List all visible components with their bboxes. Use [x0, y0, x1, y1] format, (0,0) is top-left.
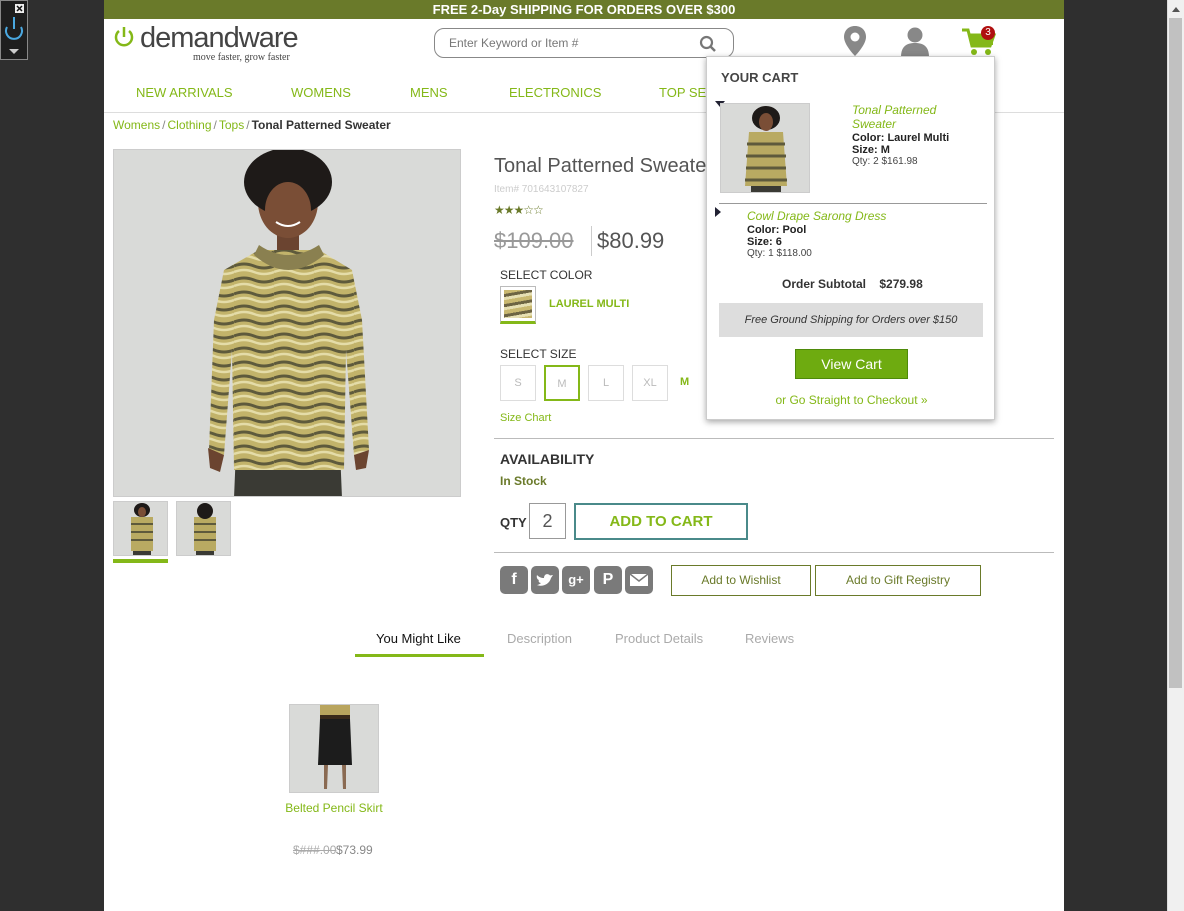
order-subtotal: Order Subtotal $279.98	[782, 277, 923, 291]
breadcrumb-tops[interactable]: Tops	[219, 118, 244, 132]
recommendation-image[interactable]	[289, 704, 379, 793]
search-box	[434, 28, 734, 58]
availability-status: In Stock	[500, 474, 547, 488]
product-main-image[interactable]	[113, 149, 461, 497]
mini-cart-item-size: Size: M	[852, 144, 890, 156]
product-title: Tonal Patterned Sweater	[494, 155, 714, 177]
mini-cart-item-image[interactable]	[720, 103, 810, 193]
thumbnail-photo	[131, 503, 153, 555]
product-item-number: Item# 701643107827	[494, 184, 589, 195]
add-to-wishlist-button[interactable]: Add to Wishlist	[671, 565, 811, 596]
google-plus-icon[interactable]: g+	[562, 566, 590, 594]
shipping-note: Free Ground Shipping for Orders over $15…	[719, 303, 983, 337]
add-to-gift-registry-button[interactable]: Add to Gift Registry	[815, 565, 981, 596]
tab-product-details[interactable]: Product Details	[615, 631, 703, 646]
mini-cart-title: YOUR CART	[721, 70, 799, 85]
logo-power-icon	[114, 27, 134, 47]
mini-cart-item-qty: Qty: 1 $118.00	[747, 248, 812, 259]
size-option-l[interactable]: L	[588, 365, 624, 401]
search-input[interactable]	[449, 35, 689, 51]
size-option-xl[interactable]: XL	[632, 365, 668, 401]
collapsed-arrow-icon[interactable]	[715, 207, 721, 217]
sale-price: $80.99	[597, 228, 665, 253]
order-subtotal-label: Order Subtotal	[782, 277, 867, 291]
mini-cart-divider	[719, 203, 987, 204]
size-option-m[interactable]: M	[544, 365, 580, 401]
breadcrumb-separator: /	[162, 118, 166, 132]
selected-size-label: M	[680, 376, 690, 388]
breadcrumb-separator: /	[213, 118, 217, 132]
divider	[494, 552, 1054, 553]
availability-label: AVAILABILITY	[500, 451, 595, 467]
recommendation-old-price: $###.00	[293, 843, 337, 857]
tab-you-might-like[interactable]: You Might Like	[376, 631, 461, 646]
model-photo	[208, 150, 369, 496]
mini-cart-item-qty: Qty: 2 $161.98	[852, 156, 918, 167]
active-tab-indicator	[355, 654, 484, 657]
account-icon[interactable]	[899, 25, 931, 57]
breadcrumb-clothing[interactable]: Clothing	[167, 118, 211, 132]
nav-electronics[interactable]: ELECTRONICS	[509, 85, 601, 100]
product-thumbnail-front[interactable]	[113, 501, 168, 556]
breadcrumb-separator: /	[246, 118, 250, 132]
price-divider	[591, 226, 592, 256]
mini-cart-item-name-cont[interactable]: Sweater	[852, 117, 896, 131]
product-page: FREE 2-Day SHIPPING FOR ORDERS OVER $300…	[104, 0, 1064, 911]
promo-banner: FREE 2-Day SHIPPING FOR ORDERS OVER $300	[104, 0, 1064, 19]
size-chart-link[interactable]: Size Chart	[500, 412, 551, 424]
checkout-link[interactable]: or Go Straight to Checkout »	[707, 393, 996, 407]
quantity-label: QTY	[500, 515, 527, 530]
scrollbar-thumb[interactable]	[1169, 18, 1182, 688]
rating-stars[interactable]: ★★★☆☆	[494, 203, 544, 217]
tab-reviews[interactable]: Reviews	[745, 631, 794, 646]
product-thumbnail-back[interactable]	[176, 501, 231, 556]
thumbnail-selected-indicator	[113, 559, 168, 563]
color-swatch-laurel-multi[interactable]	[500, 286, 536, 324]
mini-cart-item-color: Color: Laurel Multi	[852, 132, 950, 144]
select-size-label: SELECT SIZE	[500, 347, 577, 361]
envelope-glyph	[629, 573, 649, 586]
quantity-input[interactable]	[529, 503, 566, 539]
search-icon[interactable]	[699, 35, 717, 53]
size-option-s[interactable]: S	[500, 365, 536, 401]
breadcrumb-current: Tonal Patterned Sweater	[251, 118, 391, 132]
scroll-up-icon[interactable]	[1168, 2, 1184, 18]
thumbnail-photo	[194, 503, 216, 555]
tab-description[interactable]: Description	[507, 631, 572, 646]
mini-cart-item-name[interactable]: Tonal Patterned	[852, 103, 936, 117]
browser-extension-widget[interactable]	[0, 0, 28, 60]
nav-new-arrivals[interactable]: NEW ARRIVALS	[136, 85, 233, 100]
divider	[494, 438, 1054, 439]
mini-cart-item-size: Size: 6	[747, 236, 782, 248]
view-cart-button[interactable]: View Cart	[795, 349, 908, 379]
original-price: $109.00	[494, 228, 574, 253]
breadcrumb: Womens / Clothing / Tops / Tonal Patterned Swe…	[113, 118, 391, 132]
order-subtotal-value: $279.98	[879, 277, 923, 291]
mini-cart-item-name[interactable]: Cowl Drape Sarong Dress	[747, 209, 886, 223]
twitter-icon[interactable]	[531, 566, 559, 594]
selected-color-name: LAUREL MULTI	[549, 298, 630, 310]
nav-womens[interactable]: WOMENS	[291, 85, 351, 100]
breadcrumb-womens[interactable]: Womens	[113, 118, 160, 132]
logo-tagline: move faster, grow faster	[193, 52, 290, 63]
email-icon[interactable]	[625, 566, 653, 594]
mini-cart-item-color: Color: Pool	[747, 224, 807, 236]
pinterest-icon[interactable]: P	[594, 566, 622, 594]
logo-text: demandware	[140, 22, 299, 54]
select-color-label: SELECT COLOR	[500, 268, 593, 282]
recommendation-price: $73.99	[336, 843, 373, 857]
store-locator-icon[interactable]	[843, 25, 867, 57]
recommendation-name[interactable]: Belted Pencil Skirt	[254, 801, 414, 815]
twitter-bird-glyph	[536, 574, 553, 586]
cart-count-badge: 3	[981, 26, 995, 40]
facebook-icon[interactable]: f	[500, 566, 528, 594]
swatch-pattern	[504, 290, 532, 318]
mini-cart-dropdown: YOUR CART Tonal Patterned Sweater Color:…	[706, 56, 995, 420]
power-icon	[5, 4, 24, 54]
sweater-photo	[745, 106, 787, 192]
nav-mens[interactable]: MENS	[410, 85, 448, 100]
add-to-cart-button[interactable]: ADD TO CART	[574, 503, 748, 540]
skirt-photo	[318, 705, 352, 789]
